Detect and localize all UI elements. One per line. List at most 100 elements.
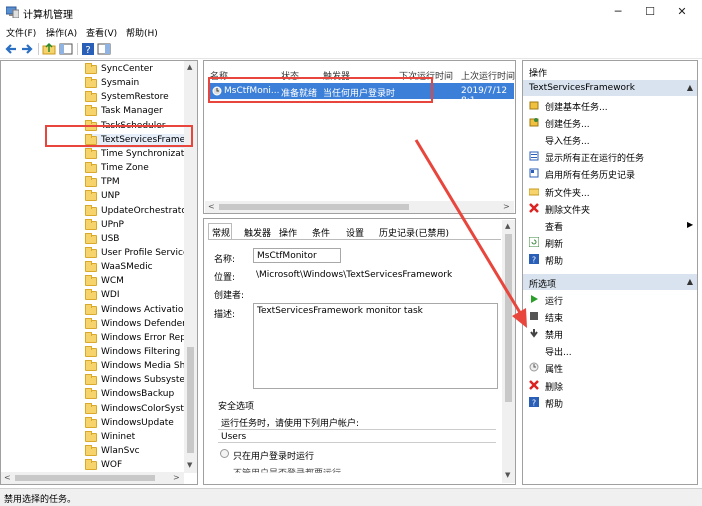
tree-item[interactable]: Wininet: [85, 430, 195, 445]
tree-item[interactable]: WlanSvc: [85, 445, 195, 459]
radio-whether-logged-on-label: 不管用户是否登录都要运行: [233, 469, 342, 479]
end-icon: [530, 312, 538, 321]
action-item[interactable]: 运行: [529, 292, 694, 307]
action-item[interactable]: 创建基本任务...: [529, 98, 694, 113]
location-value: \Microsoft\Windows\TextServicesFramework: [256, 270, 453, 280]
folder-icon: [85, 147, 97, 159]
tree-item[interactable]: SyncCenter: [85, 63, 195, 77]
up-folder-icon[interactable]: [42, 42, 56, 56]
actions-section-header[interactable]: TextServicesFramework ▲: [523, 80, 697, 96]
action-item[interactable]: 删除文件夹: [529, 201, 694, 216]
tree-item-label: WindowsUpdate: [101, 417, 174, 428]
tree-item[interactable]: Sysmain: [85, 77, 195, 91]
tree-vertical-scrollbar[interactable]: ▲ ▼: [184, 61, 197, 473]
tab-actions[interactable]: 操作: [279, 226, 297, 239]
menu-file[interactable]: 文件(F): [6, 26, 36, 39]
tab-history[interactable]: 历史记录(已禁用): [379, 226, 449, 239]
tab-general[interactable]: 常规: [212, 226, 230, 239]
action-item[interactable]: ? 帮助: [529, 395, 694, 410]
action-item-label: 导出...: [545, 348, 572, 359]
tree-item[interactable]: Time Zone: [85, 162, 195, 176]
name-field[interactable]: MsCtfMonitor: [253, 248, 341, 263]
action-item-label: 显示所有正在运行的任务: [545, 154, 645, 165]
tab-settings[interactable]: 设置: [346, 226, 364, 239]
action-item[interactable]: 显示所有正在运行的任务: [529, 149, 694, 164]
menu-view[interactable]: 查看(V): [86, 26, 117, 39]
tree-item[interactable]: Task Manager: [85, 105, 195, 119]
menu-action[interactable]: 操作(A): [46, 26, 77, 39]
show-action-pane-icon[interactable]: [97, 42, 111, 56]
column-header-next-run[interactable]: 下次运行时间: [399, 69, 453, 82]
run-icon: [531, 295, 538, 303]
maximize-button[interactable]: ☐: [634, 0, 666, 24]
tree-item[interactable]: Windows Filtering Platform: [85, 346, 195, 360]
tree-item-label: UNP: [101, 191, 120, 202]
action-item-label: 帮助: [545, 399, 564, 410]
back-arrow-icon[interactable]: [4, 42, 18, 56]
tree-item-label: WlanSvc: [101, 446, 140, 457]
action-item[interactable]: 属性: [529, 360, 694, 375]
action-item[interactable]: 导出...: [529, 343, 694, 358]
tree-item[interactable]: TPM: [85, 176, 195, 190]
tree-item[interactable]: WaaSMedic: [85, 261, 195, 275]
tree-item-label: UPnP: [101, 219, 124, 230]
tree-item[interactable]: WindowsColorSystem: [85, 402, 195, 417]
tree-item[interactable]: USB: [85, 232, 195, 247]
action-item[interactable]: 导入任务...: [529, 132, 694, 147]
tree-item[interactable]: User Profile Service: [85, 246, 195, 261]
tree-item[interactable]: TaskScheduler: [85, 119, 195, 134]
column-header-name[interactable]: 名称: [210, 69, 228, 82]
action-item[interactable]: 结束: [529, 309, 694, 324]
tab-conditions[interactable]: 条件: [312, 226, 330, 239]
submenu-arrow-icon: ▶: [687, 220, 694, 229]
action-item[interactable]: 创建任务...: [529, 115, 694, 130]
tree-item[interactable]: Windows Error Reporting: [85, 331, 195, 346]
tree-item[interactable]: WDI: [85, 289, 195, 303]
folder-icon: [85, 360, 97, 372]
action-item[interactable]: 启用所有任务历史记录: [529, 166, 694, 181]
radio-logged-on-only[interactable]: [220, 449, 229, 458]
actions-header: 操作: [529, 69, 548, 79]
action-item[interactable]: ? 帮助: [529, 252, 694, 267]
action-item[interactable]: 新文件夹...: [529, 184, 694, 199]
tree-item[interactable]: TextServicesFramework: [85, 133, 195, 148]
tree-item[interactable]: UPnP: [85, 218, 195, 233]
tree-item[interactable]: WindowsUpdate: [85, 416, 195, 431]
description-field[interactable]: TextServicesFramework monitor task: [253, 303, 498, 389]
tree-item[interactable]: Windows Media Sharing: [85, 360, 195, 374]
tree-item[interactable]: Windows Defender: [85, 317, 195, 332]
table-row[interactable]: MsCtfMoni... 准备就绪 当任何用户登录时 2019/7/12 8:1: [210, 83, 514, 106]
tree-item-label: WaaSMedic: [101, 262, 153, 273]
action-item[interactable]: 查看: [529, 218, 694, 233]
tree-item[interactable]: Time Synchronization: [85, 147, 195, 162]
tree-item[interactable]: Windows Activation Technologies: [85, 303, 195, 318]
tab-triggers[interactable]: 触发器: [244, 226, 271, 239]
column-header-last-run[interactable]: 上次运行时间: [461, 69, 515, 82]
folder-icon: [85, 190, 97, 202]
tree-item[interactable]: Windows Subsystem: [85, 374, 195, 388]
action-item[interactable]: 禁用: [529, 326, 694, 341]
action-item[interactable]: 刷新: [529, 235, 694, 250]
column-header-trigger[interactable]: 触发器: [323, 69, 350, 82]
tree-item[interactable]: UNP: [85, 190, 195, 204]
selected-item-section-header[interactable]: 所选项 ▲: [523, 274, 697, 290]
action-item[interactable]: 删除: [529, 378, 694, 393]
tree-item[interactable]: UpdateOrchestrator: [85, 204, 195, 219]
folder-icon: [85, 232, 97, 244]
tree-item[interactable]: WindowsBackup: [85, 388, 195, 402]
forward-arrow-icon[interactable]: [20, 42, 34, 56]
tree-item[interactable]: SystemRestore: [85, 91, 195, 105]
close-button[interactable]: ✕: [666, 0, 698, 24]
tree-item[interactable]: WCM: [85, 275, 195, 289]
tree-horizontal-scrollbar[interactable]: < >: [1, 472, 184, 484]
show-hide-tree-icon[interactable]: [59, 42, 73, 56]
tasklist-horizontal-scrollbar[interactable]: < >: [205, 201, 514, 213]
action-item-label: 结束: [545, 314, 564, 325]
menu-help[interactable]: 帮助(H): [126, 26, 158, 39]
column-header-status[interactable]: 状态: [281, 69, 299, 82]
help-icon[interactable]: ?: [81, 42, 95, 56]
folder-icon: [85, 246, 97, 258]
details-vertical-scrollbar[interactable]: ▲ ▼: [502, 220, 515, 483]
location-label: 位置:: [214, 273, 236, 283]
minimize-button[interactable]: ─: [602, 0, 634, 24]
